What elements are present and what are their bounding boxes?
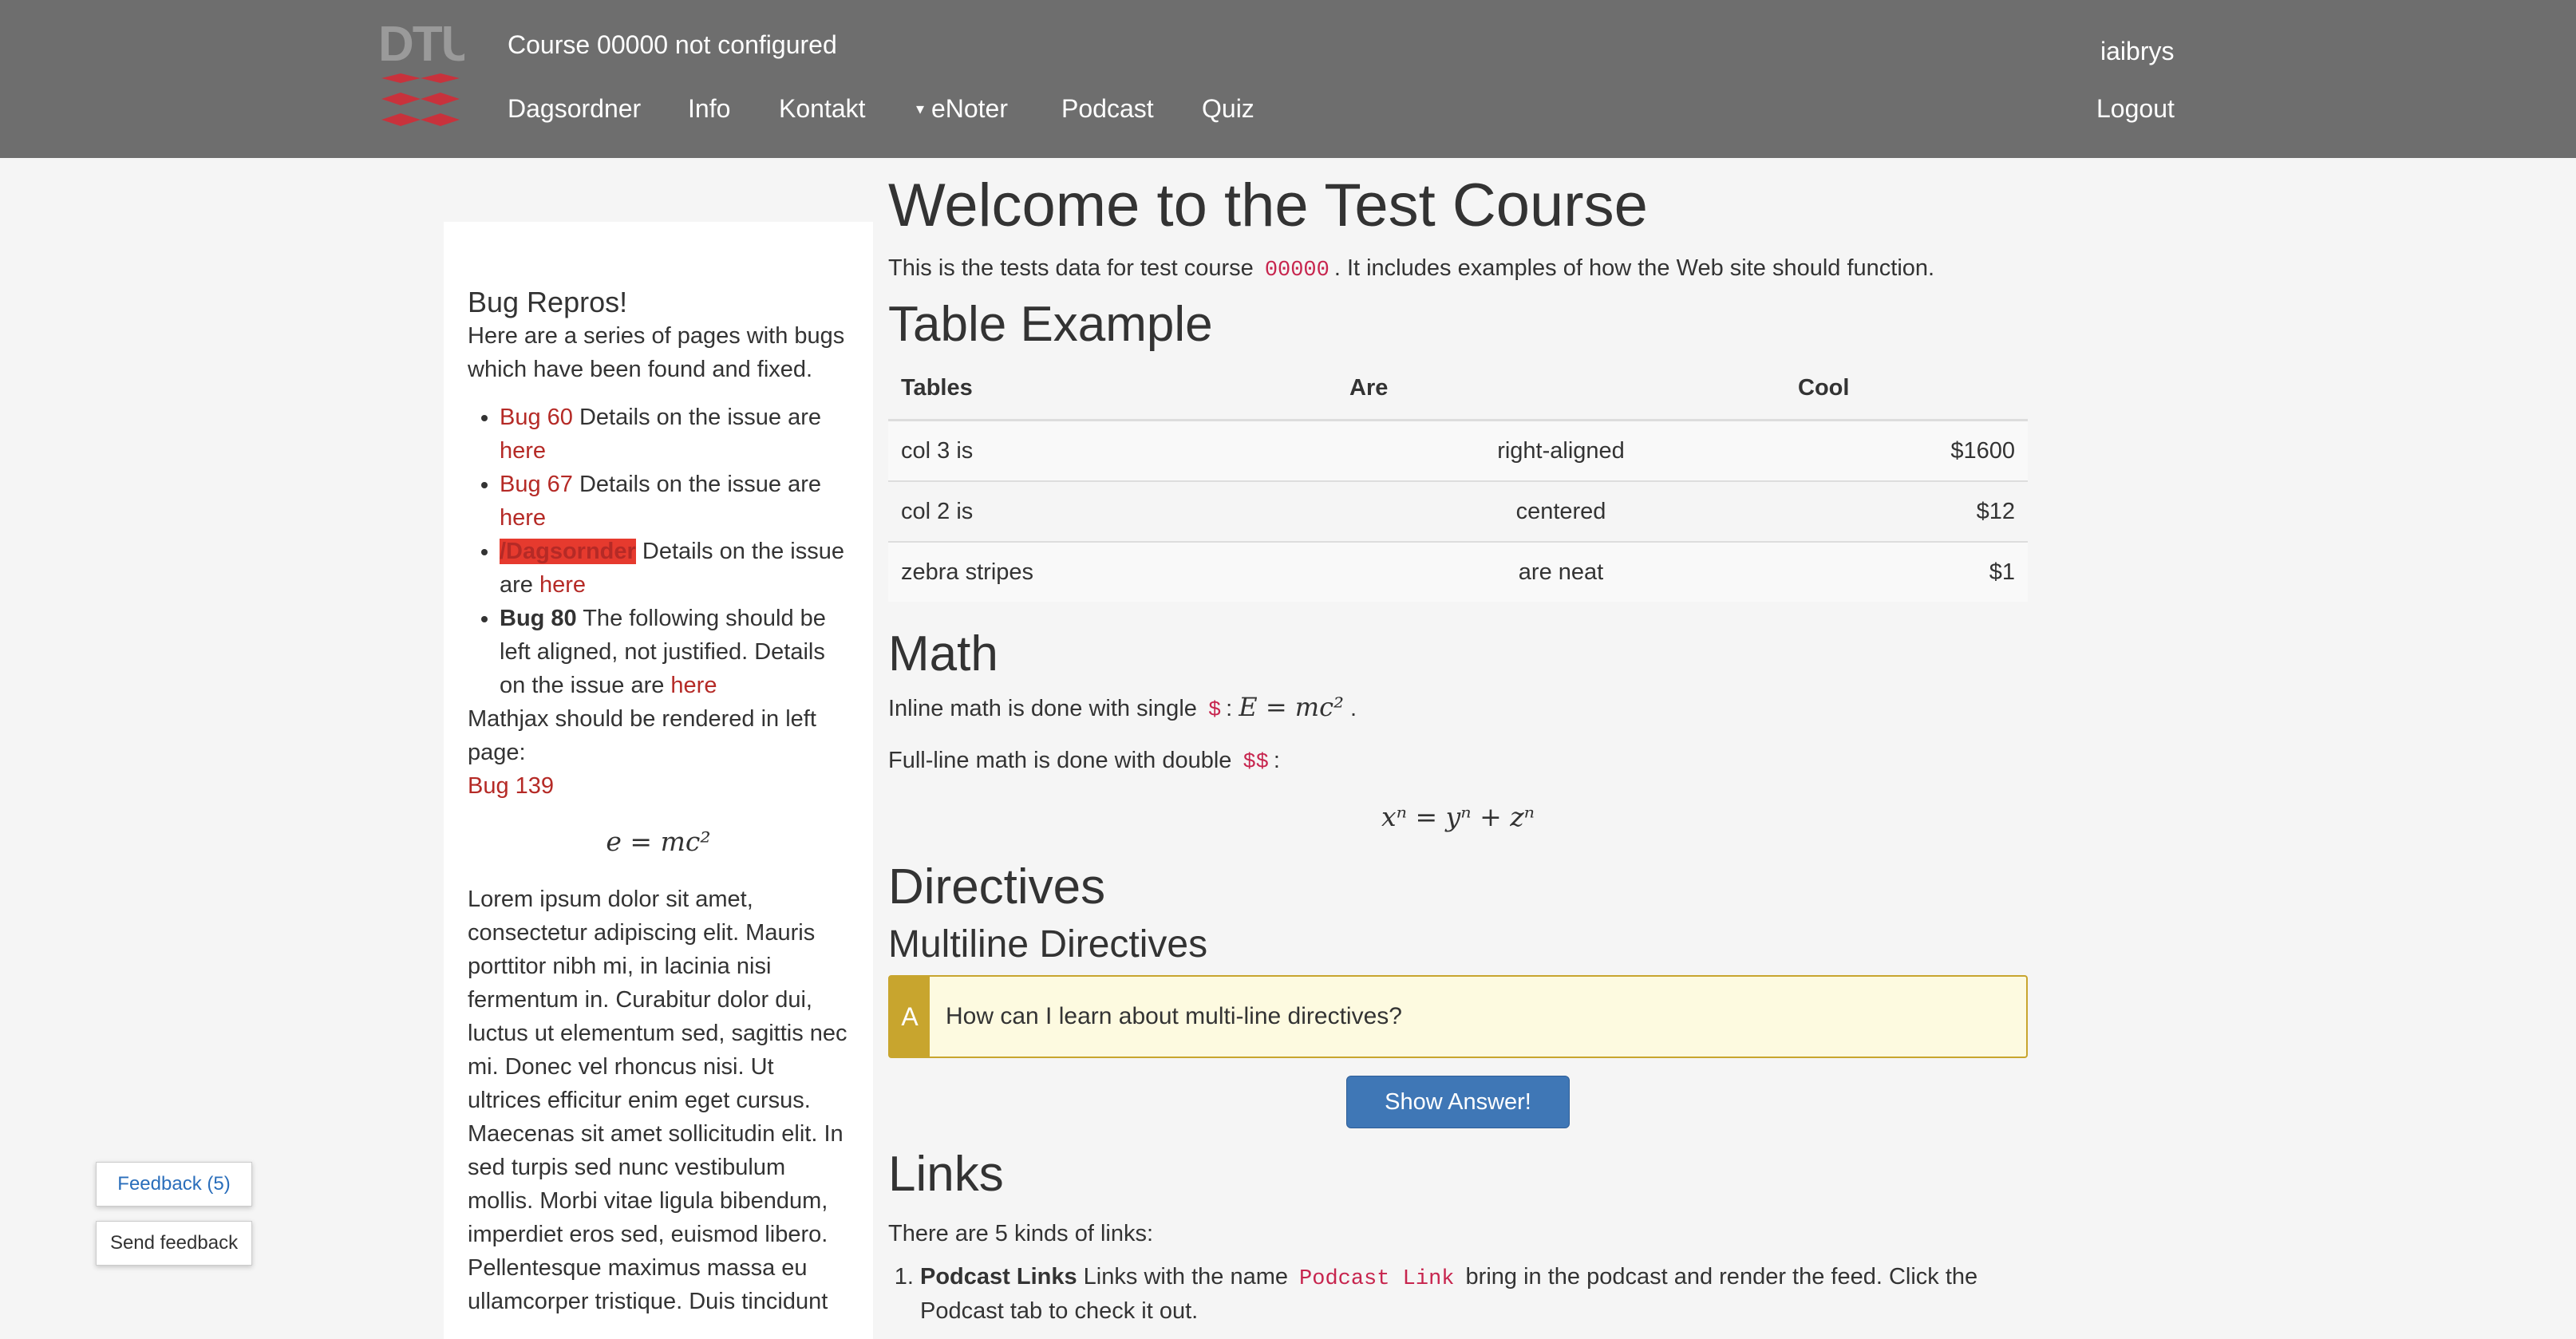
fullline-pre: Full-line math is done with double <box>888 748 1239 773</box>
course-code: 00000 <box>1264 259 1329 282</box>
bug-60-here-link[interactable]: here <box>500 438 546 464</box>
example-table: Tables Are Cool col 3 is right-aligned $… <box>888 357 2028 602</box>
nav-enoter[interactable]: ▾ eNoter <box>916 94 1008 124</box>
bug-60-text: Details on the issue are <box>572 405 822 430</box>
table-cell: $12 <box>1785 480 2028 542</box>
inline-math: E = mc² <box>1239 692 1344 722</box>
inline-math-paragraph: Inline math is done with single $: E = m… <box>888 692 1357 723</box>
list-item: Bug 80 The following should be left alig… <box>500 602 849 702</box>
list-item: Podcast Links Links with the name Podcas… <box>920 1261 2028 1327</box>
show-answer-button[interactable]: Show Answer! <box>1346 1076 1570 1128</box>
nav-enoter-label: eNoter <box>930 94 1008 123</box>
bug-80-here-link[interactable]: here <box>670 673 717 698</box>
display-math: xⁿ = yⁿ + zⁿ <box>1381 801 1535 832</box>
table-header: Are <box>1337 357 1785 421</box>
sidebar-heading: Bug Repros! <box>468 286 628 318</box>
fullline-code: $$ <box>1243 751 1269 775</box>
caret-down-icon: ▾ <box>916 101 925 118</box>
table-cell: centered <box>1337 480 1785 542</box>
sidebar-equation: e = mc² <box>606 826 711 857</box>
podcast-links-text: Links with the name <box>1077 1264 1295 1290</box>
intro-post: . It includes examples of how the Web si… <box>1333 255 1935 281</box>
table-cell: right-aligned <box>1337 419 1785 481</box>
table-cell: $1600 <box>1785 419 2028 481</box>
dagsornder-here-link[interactable]: here <box>539 572 586 598</box>
nav-podcast[interactable]: Podcast <box>1061 94 1154 124</box>
table-row: col 3 is right-aligned $1600 <box>888 419 2028 481</box>
top-navbar: DTU Course 00000 not configured Dagsordn… <box>0 0 2576 158</box>
nav-quiz[interactable]: Quiz <box>1202 94 1254 124</box>
podcast-links-label: Podcast Links <box>920 1264 1077 1290</box>
course-title: Course 00000 not configured <box>508 30 837 59</box>
table-cell: zebra stripes <box>888 541 1337 602</box>
table-cell: $1 <box>1785 541 2028 602</box>
bug-60-link[interactable]: Bug 60 <box>500 405 573 430</box>
inline-pre: Inline math is done with single <box>888 696 1203 721</box>
bug-67-link[interactable]: Bug 67 <box>500 472 573 497</box>
lorem-text: Lorem ipsum dolor sit amet, consectetur … <box>468 887 847 1314</box>
list-item: Bug 60 Details on the issue are here <box>500 401 849 468</box>
inline-code: $ <box>1207 699 1222 723</box>
table-heading: Table Example <box>888 297 1213 352</box>
table-cell: are neat <box>1337 541 1785 602</box>
bug-139-link[interactable]: Bug 139 <box>468 773 554 799</box>
table-cell: col 2 is <box>888 480 1337 542</box>
bug-list: Bug 60 Details on the issue are here Bug… <box>468 401 849 702</box>
user-name[interactable]: iaibrys <box>2100 37 2174 66</box>
dagsornder-link[interactable]: /Dagsornder <box>500 539 636 564</box>
math-heading: Math <box>888 626 998 681</box>
question-box: A How can I learn about multi-line direc… <box>888 975 2028 1058</box>
table-row: col 2 is centered $12 <box>888 480 2028 542</box>
links-intro: There are 5 kinds of links: <box>888 1221 1154 1246</box>
table-header: Cool <box>1785 357 2028 421</box>
bug-80-label: Bug 80 <box>500 606 577 631</box>
question-text: How can I learn about multi-line directi… <box>946 1003 1402 1029</box>
podcast-link-code: Podcast Link <box>1299 1267 1455 1291</box>
table-header: Tables <box>888 357 1337 421</box>
intro-paragraph: This is the tests data for test course 0… <box>888 252 2028 286</box>
bug-67-text: Details on the issue are <box>572 472 822 497</box>
table-row: zebra stripes are neat $1 <box>888 541 2028 602</box>
intro-pre: This is the tests data for test course <box>888 255 1260 281</box>
bug-67-here-link[interactable]: here <box>500 505 546 531</box>
links-heading: Links <box>888 1147 1004 1202</box>
nav-dagsordner[interactable]: Dagsordner <box>508 94 641 124</box>
svg-text:DTU: DTU <box>378 17 464 72</box>
main-content: Welcome to the Test Course This is the t… <box>888 160 2028 1327</box>
send-feedback-button[interactable]: Send feedback <box>96 1221 252 1266</box>
logout-link[interactable]: Logout <box>2096 94 2175 124</box>
dtu-logo[interactable]: DTU <box>377 16 464 137</box>
feedback-count-button[interactable]: Feedback (5) <box>96 1162 252 1207</box>
page-title: Welcome to the Test Course <box>888 172 1648 239</box>
directives-heading: Directives <box>888 859 1106 914</box>
list-item: /Dagsornder Details on the issue are her… <box>500 535 849 602</box>
sidebar-intro: Here are a series of pages with bugs whi… <box>468 323 845 382</box>
mathjax-note: Mathjax should be rendered in left page: <box>468 706 816 765</box>
table-cell: col 3 is <box>888 419 1337 481</box>
list-item: Bug 67 Details on the issue are here <box>500 468 849 535</box>
multiline-heading: Multiline Directives <box>888 923 1208 966</box>
answer-badge: A <box>890 977 930 1057</box>
nav-kontakt[interactable]: Kontakt <box>779 94 866 124</box>
fullline-math-paragraph: Full-line math is done with double $$: <box>888 748 1280 775</box>
left-sidebar: Bug Repros! Here are a series of pages w… <box>444 222 873 1339</box>
links-list: Podcast Links Links with the name Podcas… <box>888 1261 2028 1327</box>
nav-info[interactable]: Info <box>688 94 730 124</box>
